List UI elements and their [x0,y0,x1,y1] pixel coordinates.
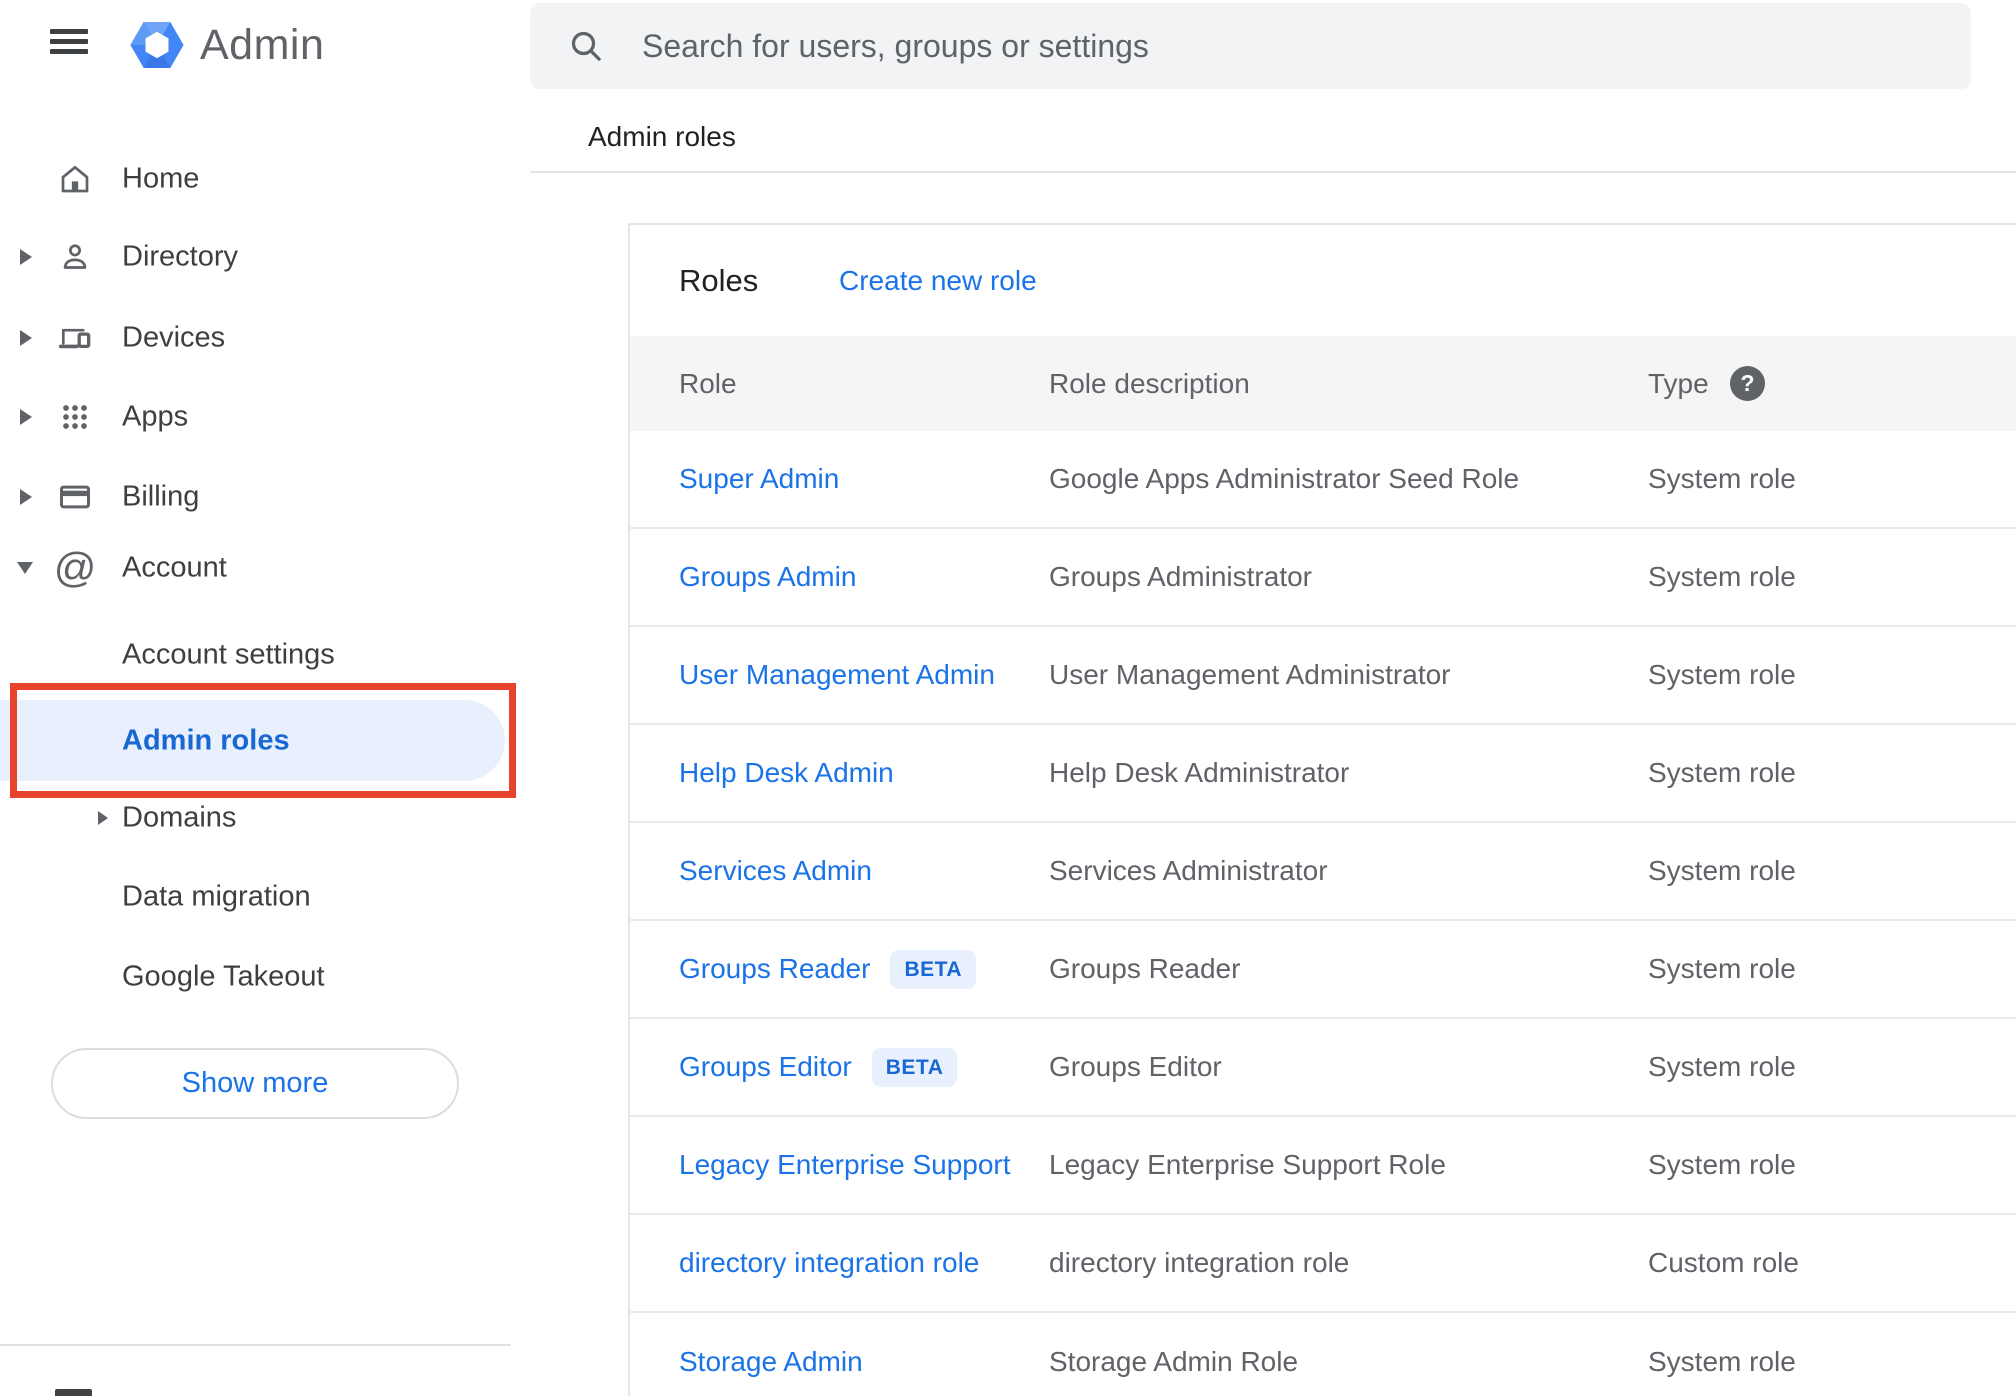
role-link[interactable]: User Management Admin [679,659,995,691]
devices-icon [56,319,94,357]
expand-arrow-icon[interactable] [20,409,32,425]
role-description: Groups Reader [1049,953,1241,984]
clipped-nav-icon [55,1389,92,1396]
role-description: User Management Administrator [1049,659,1451,690]
menu-hamburger-icon[interactable] [50,29,88,54]
role-link[interactable]: Super Admin [679,463,839,495]
role-type: System role [1648,1051,1796,1082]
sidebar-item-label: Devices [122,321,226,354]
annotation-highlight-box [10,683,516,798]
role-link[interactable]: Help Desk Admin [679,757,894,789]
column-header-role: Role [679,368,737,399]
table-row: Legacy Enterprise Support Legacy Enterpr… [630,1117,2016,1215]
expand-arrow-icon[interactable] [20,489,32,505]
at-sign-icon: @ [53,544,97,591]
table-row: Storage Admin Storage Admin Role System … [630,1313,2016,1396]
beta-badge: BETA [890,949,977,989]
home-icon [56,160,94,198]
role-type: System role [1648,1346,1796,1377]
role-link[interactable]: Groups Editor [679,1051,852,1083]
table-row: Help Desk Admin Help Desk Administrator … [630,725,2016,823]
table-row: Super Admin Google Apps Administrator Se… [630,431,2016,529]
sidebar-item-directory[interactable]: Directory [0,217,531,297]
column-header-description: Role description [1049,368,1250,399]
roles-card-header: Roles Create new role [630,225,2016,336]
role-type: Custom role [1648,1247,1799,1278]
admin-logo-icon [128,16,186,74]
table-row: directory integration role directory int… [630,1215,2016,1313]
role-link[interactable]: Storage Admin [679,1346,863,1378]
role-type: System role [1648,953,1796,984]
sidebar-item-label: Domains [122,801,237,834]
role-description: Legacy Enterprise Support Role [1049,1149,1446,1180]
role-type: System role [1648,659,1796,690]
role-link[interactable]: Groups Admin [679,561,856,593]
search-input[interactable] [642,3,1942,89]
table-row: Groups Editor BETA Groups Editor System … [630,1019,2016,1117]
app-title: Admin [200,21,325,69]
sidebar-item-label: Apps [122,400,189,433]
sidebar-item-home[interactable]: Home [0,139,531,219]
person-icon [56,238,94,276]
sidebar-item-account[interactable]: @ Account [0,528,531,608]
role-description: Services Administrator [1049,855,1328,886]
table-row: Groups Reader BETA Groups Reader System … [630,921,2016,1019]
sidebar-divider [0,1344,511,1346]
expand-arrow-icon[interactable] [98,811,108,825]
role-description: Groups Editor [1049,1051,1222,1082]
sidebar-item-label: Account [122,551,227,584]
help-icon[interactable]: ? [1730,366,1765,401]
sidebar-item-apps[interactable]: Apps [0,377,531,457]
collapse-arrow-icon[interactable] [17,562,33,574]
sidebar-item-label: Google Takeout [122,960,325,993]
sidebar-item-billing[interactable]: Billing [0,457,531,537]
show-more-button[interactable]: Show more [51,1048,459,1119]
role-description: Google Apps Administrator Seed Role [1049,463,1520,494]
divider [530,171,2016,173]
role-description: Storage Admin Role [1049,1346,1299,1377]
expand-arrow-icon[interactable] [20,330,32,346]
sidebar-item-label: Home [122,162,200,195]
role-type: System role [1648,1149,1796,1180]
table-row: User Management Admin User Management Ad… [630,627,2016,725]
column-header-type: Type [1648,368,1709,399]
roles-title: Roles [679,263,759,298]
credit-card-icon [56,478,94,516]
role-type: System role [1648,463,1796,494]
sidebar: Admin Home Directory Devices Apps Billin… [0,0,531,1396]
sidebar-item-label: Account settings [122,638,335,671]
breadcrumb: Admin roles [588,121,736,152]
search-bar [530,3,1971,89]
role-description: directory integration role [1049,1247,1350,1278]
role-type: System role [1648,757,1796,788]
beta-badge: BETA [871,1047,958,1087]
sidebar-item-label: Billing [122,480,200,513]
sidebar-item-devices[interactable]: Devices [0,298,531,378]
roles-card: Roles Create new role Role Role descript… [628,223,2016,1396]
search-icon [566,26,606,71]
table-header-row: Role Role description Type ? [630,336,2016,431]
role-description: Help Desk Administrator [1049,757,1350,788]
sidebar-item-label: Directory [122,240,239,273]
role-link[interactable]: Legacy Enterprise Support [679,1149,1011,1181]
role-link[interactable]: Groups Reader [679,953,870,985]
create-new-role-link[interactable]: Create new role [839,225,1037,336]
sidebar-item-label: Data migration [122,880,311,913]
role-link[interactable]: directory integration role [679,1247,979,1279]
table-row: Groups Admin Groups Administrator System… [630,529,2016,627]
sidebar-item-data-migration[interactable]: Data migration [0,857,531,937]
table-row: Services Admin Services Administrator Sy… [630,823,2016,921]
role-description: Groups Administrator [1049,561,1312,592]
role-type: System role [1648,561,1796,592]
sidebar-item-google-takeout[interactable]: Google Takeout [0,937,531,1017]
role-link[interactable]: Services Admin [679,855,872,887]
expand-arrow-icon[interactable] [20,249,32,265]
apps-grid-icon [56,398,94,436]
role-type: System role [1648,855,1796,886]
